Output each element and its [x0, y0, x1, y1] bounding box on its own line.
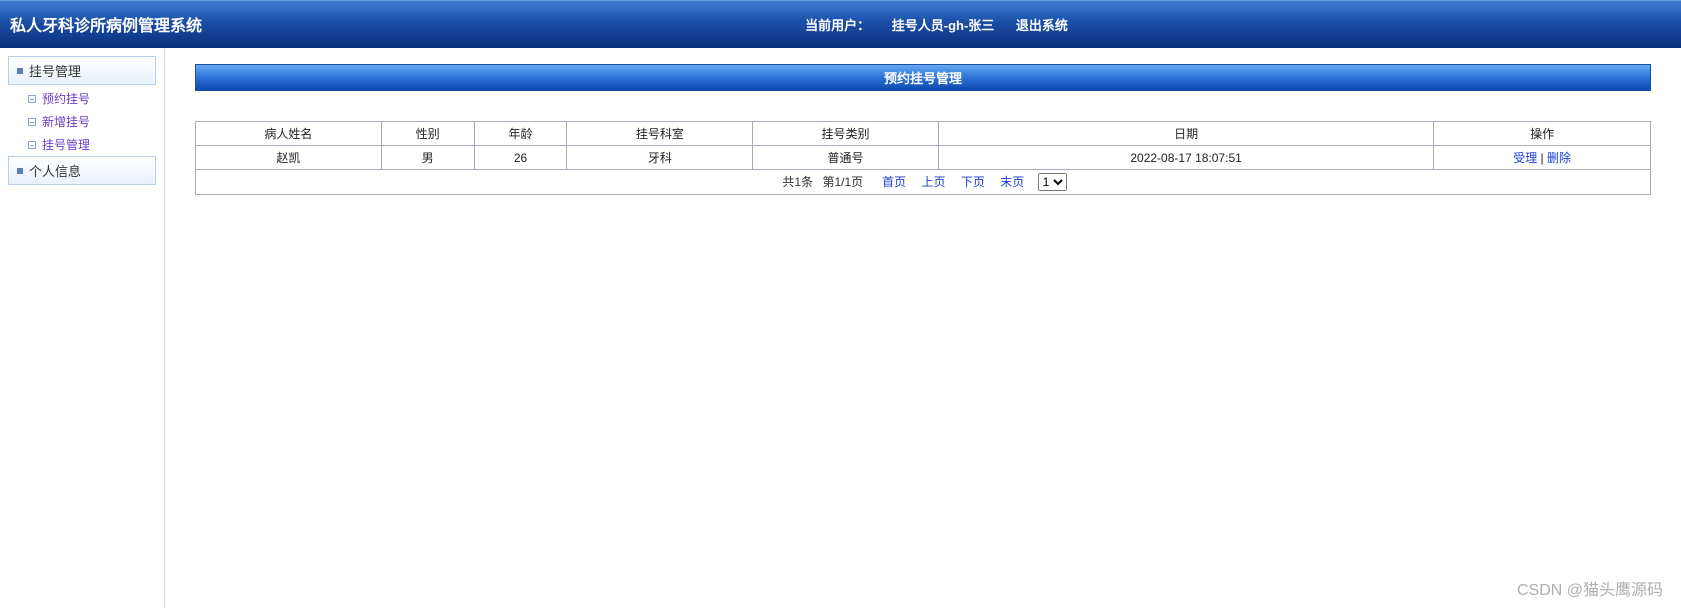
col-date: 日期: [938, 122, 1433, 146]
pager-first[interactable]: 首页: [882, 175, 906, 189]
main-content: 预约挂号管理 病人姓名 性别 年龄 挂号科室 挂号类别 日期 操作: [165, 48, 1681, 608]
user-info: 挂号人员-gh-张三: [892, 18, 995, 33]
sidebar-group-label: 挂号管理: [29, 61, 81, 80]
logout-link[interactable]: 退出系统: [1016, 18, 1068, 33]
pager: 共1条 第1/1页 首页 上页 下页 末页 1: [202, 173, 1644, 191]
col-dept: 挂号科室: [567, 122, 753, 146]
pager-page: 第1/1页: [822, 175, 863, 189]
sidebar-item-appointment[interactable]: 预约挂号: [8, 87, 156, 110]
col-action: 操作: [1434, 122, 1651, 146]
cell-name: 赵凯: [196, 146, 382, 170]
pager-row: 共1条 第1/1页 首页 上页 下页 末页 1: [196, 170, 1651, 195]
table-row: 赵凯 男 26 牙科 普通号 2022-08-17 18:07:51 受理 | …: [196, 146, 1651, 170]
col-type: 挂号类别: [753, 122, 939, 146]
sidebar: 挂号管理 预约挂号 新增挂号 挂号管理 个人信息: [0, 48, 165, 608]
bullet-icon: [17, 168, 23, 174]
tree-node-icon: [28, 118, 36, 126]
pager-select[interactable]: 1: [1038, 173, 1067, 191]
action-accept[interactable]: 受理: [1513, 151, 1537, 165]
pager-prev[interactable]: 上页: [922, 175, 946, 189]
panel-title: 预约挂号管理: [195, 64, 1651, 91]
col-patient-name: 病人姓名: [196, 122, 382, 146]
pager-next[interactable]: 下页: [961, 175, 985, 189]
cell-gender: 男: [381, 146, 474, 170]
sidebar-item-label: 预约挂号: [42, 90, 90, 107]
col-gender: 性别: [381, 122, 474, 146]
sidebar-group-registration[interactable]: 挂号管理: [8, 56, 156, 85]
table-header-row: 病人姓名 性别 年龄 挂号科室 挂号类别 日期 操作: [196, 122, 1651, 146]
registration-table: 病人姓名 性别 年龄 挂号科室 挂号类别 日期 操作 赵凯 男 26 牙科: [195, 121, 1651, 195]
cell-date: 2022-08-17 18:07:51: [938, 146, 1433, 170]
action-delete[interactable]: 删除: [1547, 151, 1571, 165]
sidebar-item-label: 挂号管理: [42, 136, 90, 153]
tree-node-icon: [28, 141, 36, 149]
sidebar-item-new-registration[interactable]: 新增挂号: [8, 110, 156, 133]
pager-last[interactable]: 末页: [1000, 175, 1024, 189]
sidebar-item-registration-manage[interactable]: 挂号管理: [8, 133, 156, 156]
col-age: 年龄: [474, 122, 567, 146]
sidebar-item-label: 新增挂号: [42, 113, 90, 130]
header-user-area: 当前用户： 挂号人员-gh-张三 退出系统: [202, 15, 1671, 34]
pager-total: 共1条: [782, 175, 813, 189]
sidebar-group-label: 个人信息: [29, 161, 81, 180]
tree-node-icon: [28, 95, 36, 103]
header-bar: 私人牙科诊所病例管理系统 当前用户： 挂号人员-gh-张三 退出系统: [0, 0, 1681, 48]
cell-age: 26: [474, 146, 567, 170]
current-user-label: 当前用户：: [805, 18, 870, 33]
app-title: 私人牙科诊所病例管理系统: [10, 12, 202, 36]
bullet-icon: [17, 68, 23, 74]
cell-type: 普通号: [753, 146, 939, 170]
cell-actions: 受理 | 删除: [1434, 146, 1651, 170]
sidebar-group-profile[interactable]: 个人信息: [8, 156, 156, 185]
cell-dept: 牙科: [567, 146, 753, 170]
